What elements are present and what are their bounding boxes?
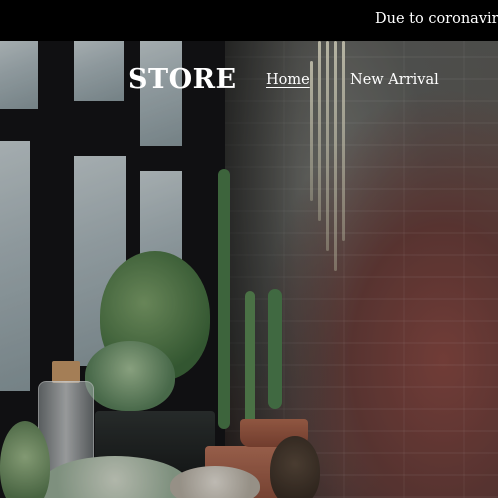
hero-overlay xyxy=(0,41,498,498)
store-logo[interactable]: STORE xyxy=(128,64,237,95)
announcement-text: Due to coronavirus xyxy=(375,11,498,27)
announcement-bar: Due to coronavirus xyxy=(0,0,498,41)
nav-home[interactable]: Home xyxy=(266,72,310,88)
nav-new-arrival[interactable]: New Arrival xyxy=(350,72,439,88)
hero-image xyxy=(0,41,498,498)
